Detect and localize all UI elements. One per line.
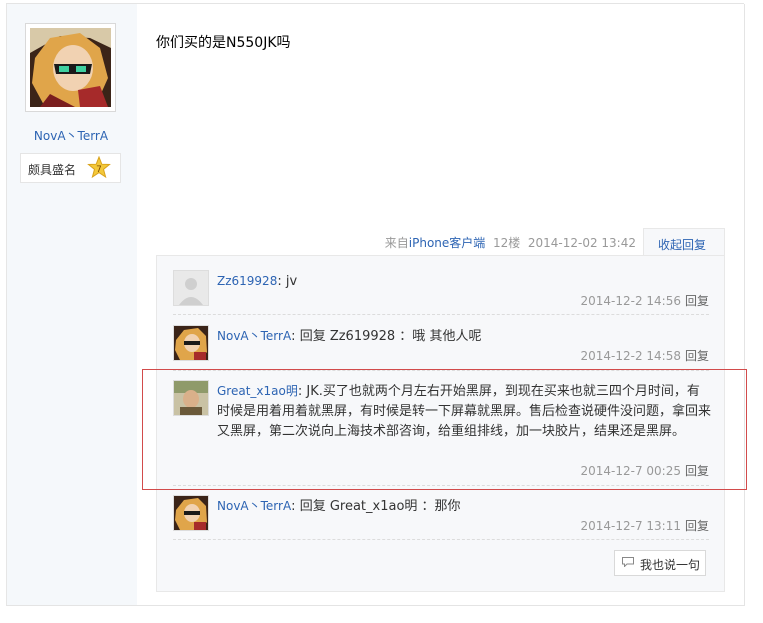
reply-action[interactable]: 回复 [685, 294, 709, 308]
reply-meta: 2014-12-7 13:11 回复 [580, 517, 709, 534]
post-datetime: 2014-12-02 13:42 [527, 236, 636, 250]
page-right-border [744, 4, 745, 605]
reply-content: 回复 Zz619928 ：哦 其他人呢 [299, 329, 482, 344]
reply-meta: 2014-12-2 14:58 回复 [580, 347, 709, 364]
say-something-label: 我也说一句 [640, 558, 701, 572]
reply-item: Zz619928: jv 2014-12-2 14:56 回复 [157, 270, 724, 310]
badge-label: 颇具盛名 [28, 163, 77, 177]
floor-number: 12楼 [492, 236, 521, 250]
reply-content: 回复 Great_x1ao明 ：那你 [299, 499, 461, 514]
reply-separator: : [291, 329, 300, 344]
author-username[interactable]: NovA丶TerrA [6, 127, 136, 144]
author-badge[interactable]: 颇具盛名 7 [20, 153, 121, 183]
reply-time: 2014-12-7 13:11 [580, 519, 681, 533]
reply-time: 2014-12-2 14:56 [580, 294, 681, 308]
author-avatar-image [30, 28, 111, 107]
post-tail-info: 来自iPhone客户端 12楼 2014-12-02 13:42 [156, 234, 636, 251]
reply-item: NovA丶TerrA: 回复 Zz619928 ：哦 其他人呢 2014-12-… [157, 325, 724, 365]
highlight-annotation-box [142, 369, 747, 490]
reply-divider [173, 314, 709, 316]
reply-content: jv [285, 274, 298, 289]
reply-action[interactable]: 回复 [685, 519, 709, 533]
reply-item: NovA丶TerrA: 回复 Great_x1ao明 ：那你 2014-12-7… [157, 495, 724, 535]
reply-text-line: Zz619928: jv [217, 271, 712, 292]
reply-separator: : [291, 499, 300, 514]
reply-text-line: NovA丶TerrA: 回复 Zz619928 ：哦 其他人呢 [217, 326, 712, 347]
source-client-link[interactable]: iPhone客户端 [409, 236, 486, 250]
author-avatar[interactable] [25, 23, 116, 112]
reply-username[interactable]: NovA丶TerrA [217, 329, 291, 343]
level-star-icon: 7 [87, 156, 111, 179]
reply-meta: 2014-12-2 14:56 回复 [580, 292, 709, 309]
default-avatar-icon [174, 271, 208, 305]
source-prefix: 来自 [384, 236, 409, 250]
user-avatar-icon [174, 496, 208, 530]
badge-level: 7 [96, 165, 102, 175]
post-content: 你们买的是N550JK吗 [156, 35, 291, 51]
reply-separator: : [277, 274, 286, 289]
collapse-replies-tab[interactable]: 收起回复 [643, 228, 725, 257]
reply-action[interactable]: 回复 [685, 349, 709, 363]
comment-icon [622, 557, 634, 567]
collapse-replies-link[interactable]: 收起回复 [658, 236, 706, 253]
page-bottom-divider [6, 605, 745, 606]
reply-avatar[interactable] [173, 495, 209, 531]
reply-avatar[interactable] [173, 325, 209, 361]
reply-time: 2014-12-2 14:58 [580, 349, 681, 363]
reply-divider [173, 539, 709, 541]
reply-username[interactable]: Zz619928 [217, 274, 277, 288]
reply-text-line: NovA丶TerrA: 回复 Great_x1ao明 ：那你 [217, 496, 712, 517]
reply-username[interactable]: NovA丶TerrA [217, 499, 291, 513]
reply-avatar[interactable] [173, 270, 209, 306]
say-something-button[interactable]: 我也说一句 [614, 550, 706, 576]
user-avatar-icon [174, 326, 208, 360]
